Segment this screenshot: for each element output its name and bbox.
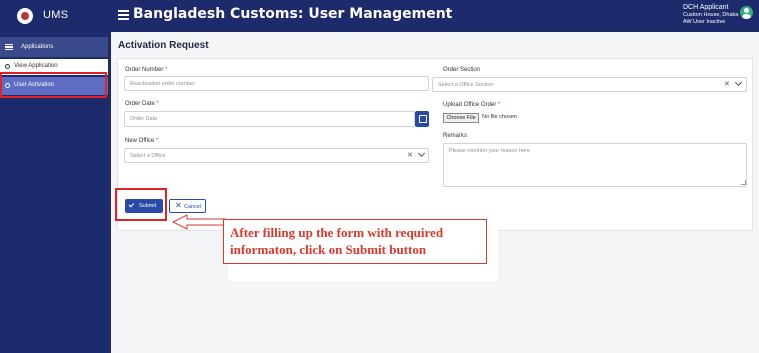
page-heading: Bangladesh Customs: User Management	[133, 6, 453, 22]
new-office-label: New Office *	[125, 138, 159, 144]
emblem-icon	[17, 8, 33, 24]
order-section-select[interactable]: Select a Office Section	[432, 77, 747, 92]
order-number-input[interactable]: Reactivation order number	[124, 76, 429, 91]
close-icon[interactable]: ✕	[407, 151, 413, 159]
choose-file-button[interactable]: Choose File	[443, 113, 479, 123]
order-number-label: Order Number *	[125, 67, 168, 73]
highlight-box-submit	[115, 188, 167, 221]
resize-handle[interactable]	[741, 180, 746, 185]
remarks-textarea[interactable]: Please mention your reason here	[443, 143, 747, 187]
top-bar: UMS Bangladesh Customs: User Management …	[0, 0, 759, 32]
sidebar-item-label: View Application	[14, 63, 58, 69]
new-office-select[interactable]: Select a Office	[124, 148, 429, 163]
cancel-label: Cancel	[184, 204, 202, 210]
close-icon[interactable]: ✕	[724, 80, 730, 88]
list-icon	[5, 44, 13, 50]
user-name: DCH Applicant	[683, 4, 729, 11]
page-title: Activation Request	[118, 40, 209, 51]
file-status: No file chosen	[482, 114, 517, 120]
sidebar-section-applications[interactable]: Applications	[0, 37, 108, 57]
annotation-arrow	[171, 214, 226, 230]
circle-icon	[5, 63, 10, 69]
sidebar-section-label: Applications	[21, 44, 54, 50]
user-info[interactable]: DCH Applicant Custom House, Dhaka AW Use…	[683, 4, 738, 25]
app-name: UMS	[43, 9, 69, 21]
cancel-button[interactable]: ✕ Cancel	[169, 199, 206, 213]
order-date-input[interactable]: Order Date	[124, 111, 415, 127]
user-office: Custom House, Dhaka	[683, 12, 739, 18]
order-section-label: Order Section	[443, 67, 481, 73]
upload-office-order-label: Upload Office Order *	[443, 102, 501, 108]
close-icon: ✕	[175, 201, 182, 210]
remarks-label: Remarks	[443, 133, 468, 139]
user-status: AW User Inactive	[683, 18, 726, 25]
order-date-label: Order Date *	[125, 101, 159, 107]
calendar-icon[interactable]	[415, 111, 429, 127]
annotation-note: After filling up the form with required …	[223, 219, 487, 264]
hamburger-icon[interactable]	[118, 10, 129, 20]
highlight-box-user-activation	[0, 72, 107, 98]
user-avatar-icon[interactable]	[740, 6, 753, 19]
